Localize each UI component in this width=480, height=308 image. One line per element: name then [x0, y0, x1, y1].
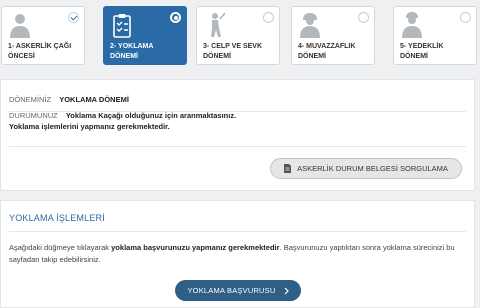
- chevron-right-icon: [284, 287, 289, 294]
- step-muvazzaflik[interactable]: 4- MUVAZZAFLIK DÖNEMİ: [291, 6, 375, 65]
- step-yoklama[interactable]: 2- YOKLAMA DÖNEMİ: [103, 6, 187, 65]
- military-status-document-query-button[interactable]: ASKERLİK DURUM BELGESİ SORGULAMA: [270, 158, 462, 179]
- pending-radio-icon: [358, 12, 369, 23]
- step-label: 4- MUVAZZAFLIK DÖNEMİ: [298, 43, 356, 60]
- step-label: 1- ASKERLİK ÇAĞI ÖNCESİ: [8, 43, 72, 60]
- step-label: 3- CELP VE SEVK DÖNEMİ: [203, 43, 263, 60]
- status-label: DURUMUNUZ: [9, 111, 58, 120]
- soldier-walking-icon: [211, 12, 226, 37]
- step-yedeklik[interactable]: 5- YEDEKLİK DÖNEMİ: [393, 6, 477, 65]
- instructions-part1: Aşağıdaki düğmeye tıklayarak: [9, 243, 112, 252]
- document-icon: [284, 164, 292, 173]
- status-text-line1: Yoklama Kaçağı olduğunuz için aranmaktas…: [65, 111, 237, 120]
- instructions-emphasis: yoklama başvurunuzu yapmanız gerekmekted…: [111, 243, 280, 252]
- period-value: YOKLAMA DÖNEMİ: [59, 95, 129, 104]
- divider: [9, 146, 466, 147]
- reserve-soldier-icon: [402, 12, 422, 38]
- completed-check-icon: [68, 12, 79, 23]
- period-row: DÖNEMİNİZ YOKLAMA DÖNEMİ: [9, 94, 129, 105]
- step-pre-military-age[interactable]: 1- ASKERLİK ÇAĞI ÖNCESİ: [1, 6, 85, 65]
- status-text-line2: Yoklama işlemlerini yapmanız gerekmekted…: [9, 122, 170, 131]
- divider: [9, 231, 466, 232]
- section-title: YOKLAMA İŞLEMLERİ: [9, 213, 105, 223]
- clipboard-check-icon: [113, 14, 131, 38]
- step-label: 5- YEDEKLİK DÖNEMİ: [400, 43, 444, 60]
- instructions-text: Aşağıdaki düğmeye tıklayarak yoklama baş…: [9, 242, 467, 266]
- status-info-panel: DÖNEMİNİZ YOKLAMA DÖNEMİ DURUMUNUZ Yokla…: [0, 79, 475, 191]
- status-row-2: Yoklama işlemlerini yapmanız gerekmekted…: [9, 121, 170, 132]
- yoklama-application-button[interactable]: YOKLAMA BAŞVURUSU: [175, 280, 301, 301]
- active-radio-icon: [170, 12, 181, 23]
- yoklama-operations-panel: YOKLAMA İŞLEMLERİ Aşağıdaki düğmeye tıkl…: [0, 200, 475, 308]
- period-steps: 1- ASKERLİK ÇAĞI ÖNCESİ 2- YOKLAMA DÖNEM…: [0, 0, 480, 70]
- status-row: DURUMUNUZ Yoklama Kaçağı olduğunuz için …: [9, 110, 236, 121]
- query-button-label: ASKERLİK DURUM BELGESİ SORGULAMA: [297, 164, 448, 173]
- apply-button-label: YOKLAMA BAŞVURUSU: [187, 286, 276, 295]
- person-icon: [10, 14, 30, 38]
- step-label: 2- YOKLAMA DÖNEMİ: [110, 43, 154, 60]
- period-label: DÖNEMİNİZ: [9, 95, 52, 104]
- soldier-helmet-icon: [300, 13, 320, 38]
- pending-radio-icon: [263, 12, 274, 23]
- pending-radio-icon: [460, 12, 471, 23]
- step-celp-sevk[interactable]: 3- CELP VE SEVK DÖNEMİ: [196, 6, 280, 65]
